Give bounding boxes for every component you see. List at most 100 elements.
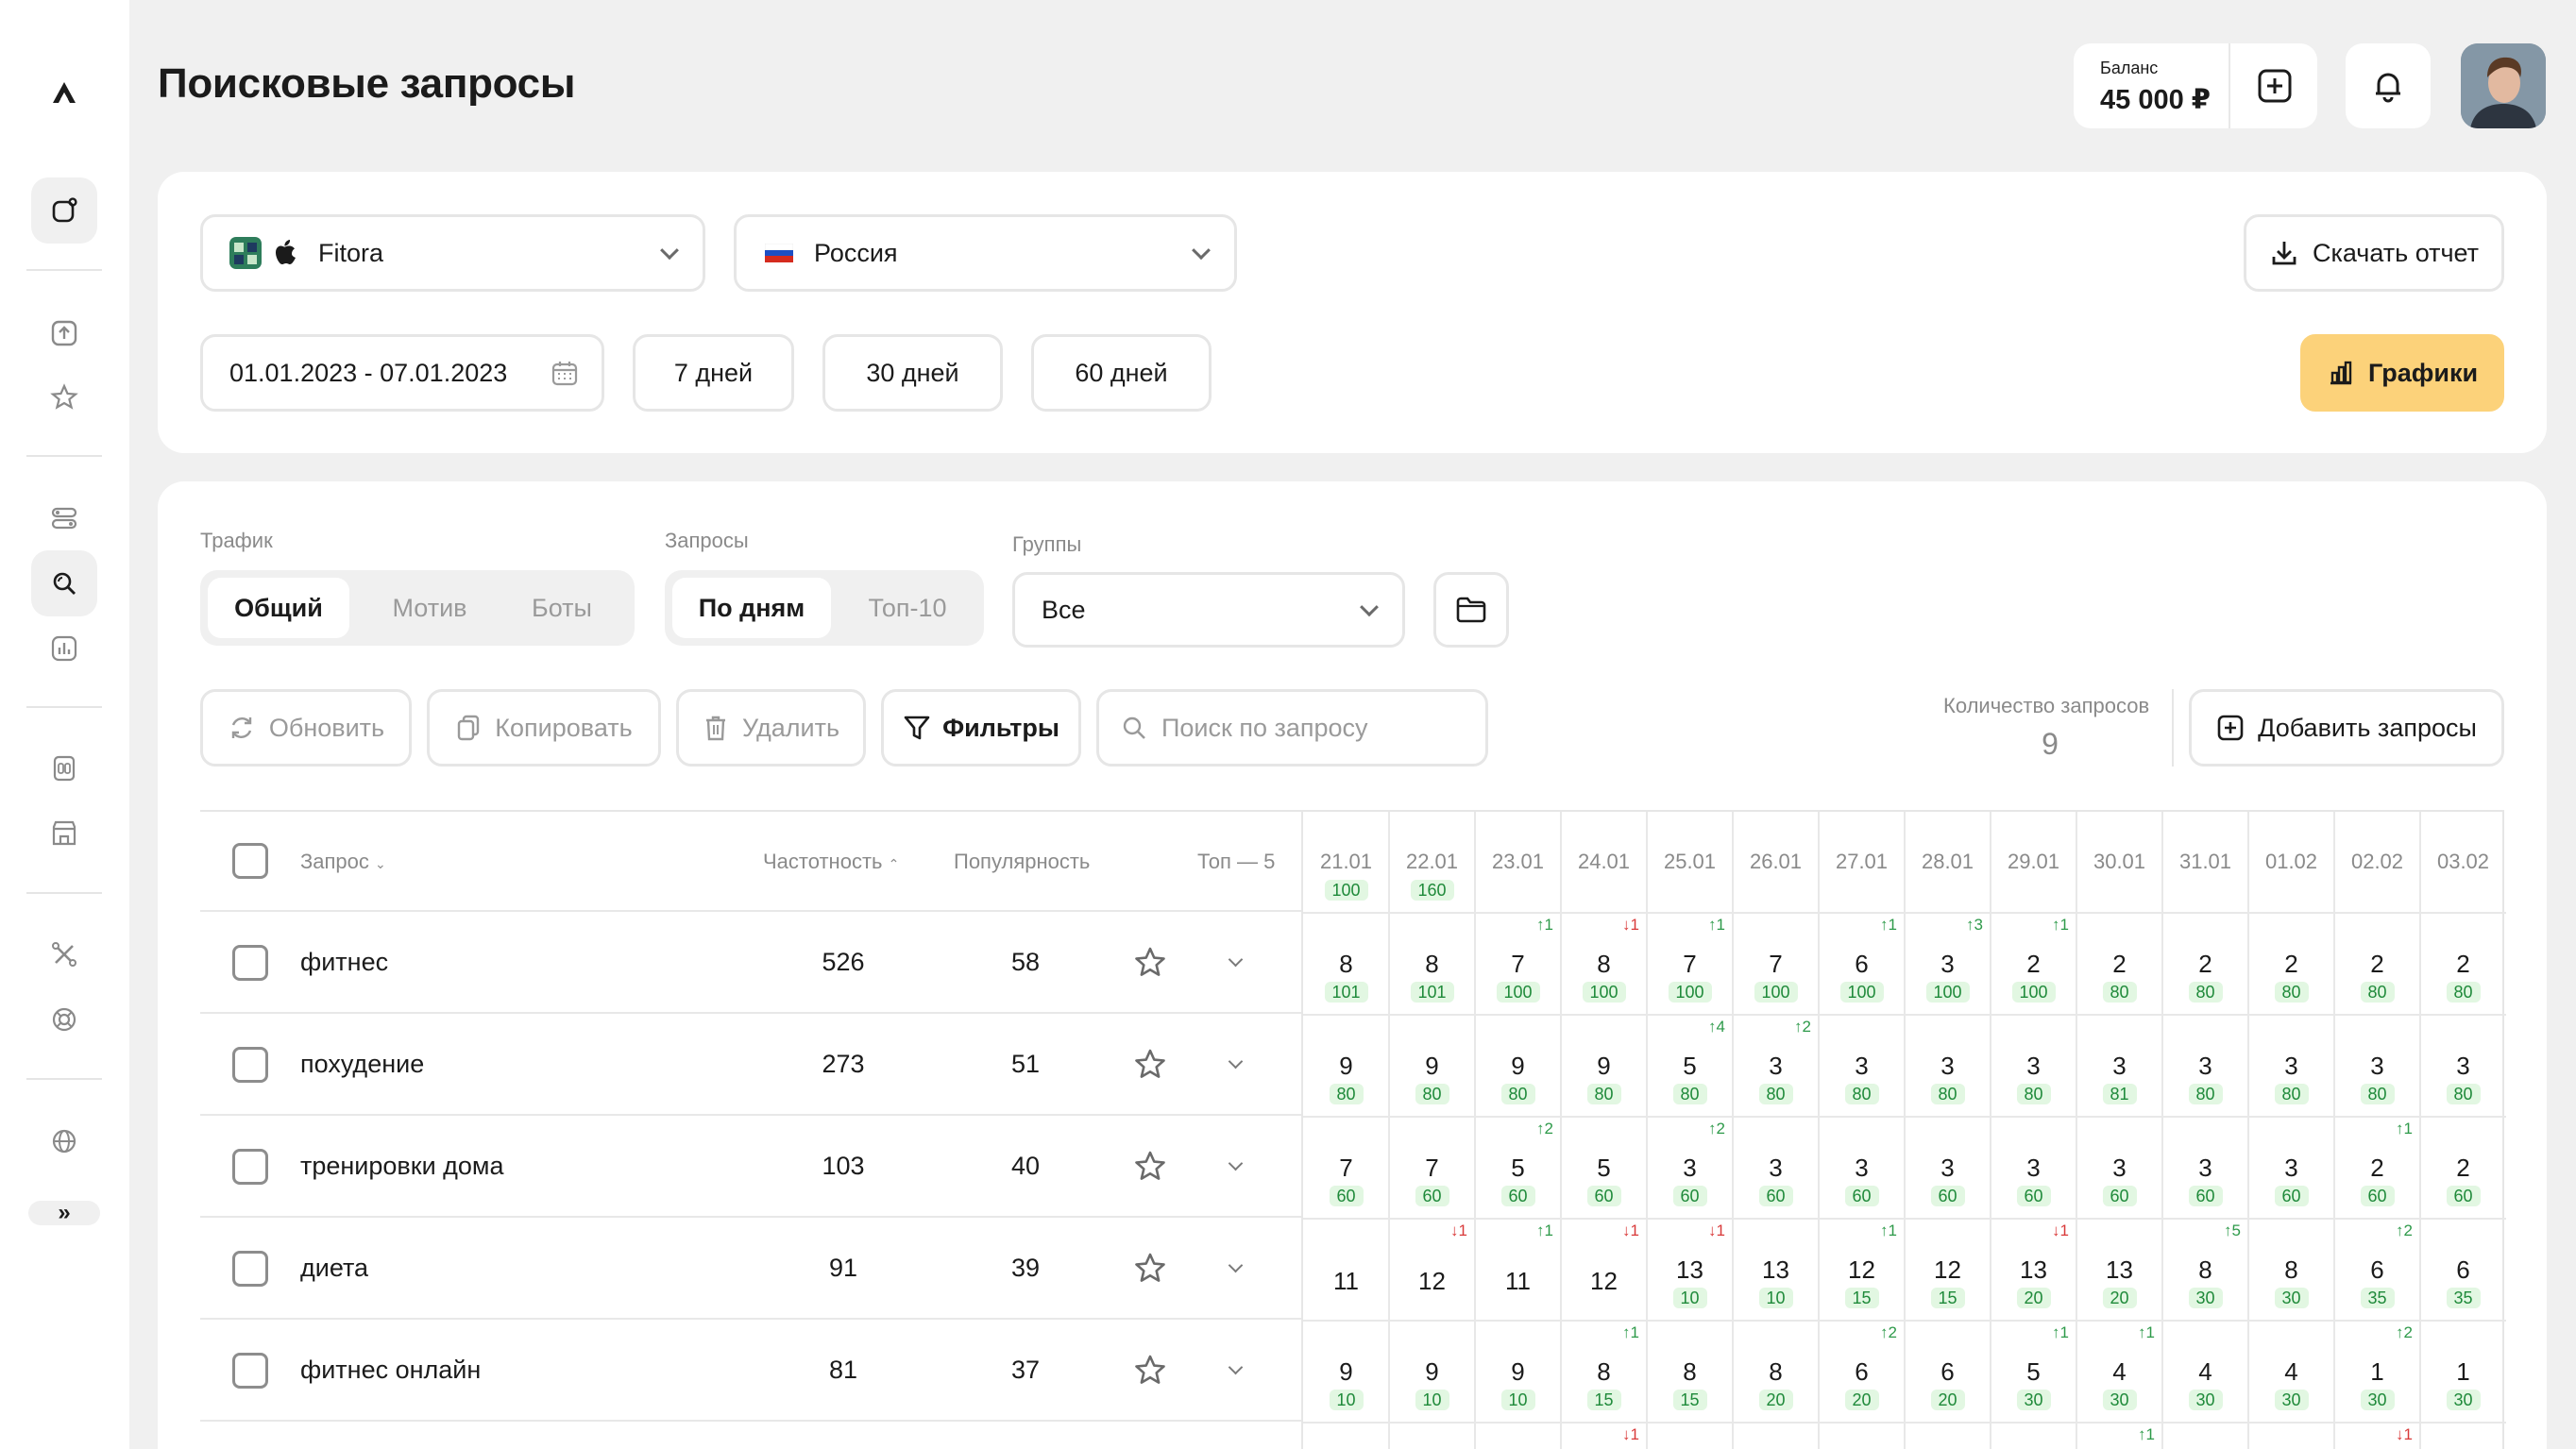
date-volume-badge: 160 <box>1410 880 1454 901</box>
volume-badge: 60 <box>2102 1186 2137 1206</box>
compare-icon[interactable] <box>31 735 97 801</box>
position-down-delta: ↓1 <box>2396 1425 2413 1443</box>
queries-option-top10[interactable]: Топ-10 <box>839 578 976 638</box>
row-checkbox[interactable] <box>232 1353 268 1389</box>
volume-badge: 60 <box>1758 1186 1793 1206</box>
position-value: 9 <box>1597 1052 1611 1080</box>
grid-column-line <box>1560 812 1562 1449</box>
toggles-icon[interactable] <box>31 485 97 551</box>
popularity-cell: 40 <box>1010 1152 1041 1180</box>
download-report-button[interactable]: Скачать отчет <box>2244 214 2504 292</box>
row-checkbox[interactable] <box>232 1047 268 1083</box>
volume-badge: 30 <box>2188 1390 2223 1410</box>
position-value: 3 <box>2198 1154 2212 1182</box>
globe-icon[interactable] <box>31 1108 97 1174</box>
bell-icon <box>2376 73 2400 103</box>
star-icon[interactable] <box>1131 944 1169 982</box>
position-value: 8 <box>1597 1357 1611 1386</box>
traffic-option-motiv[interactable]: Мотив <box>359 578 500 638</box>
store-icon[interactable] <box>31 800 97 867</box>
volume-badge: 80 <box>2188 1084 2223 1104</box>
row-checkbox[interactable] <box>232 1251 268 1287</box>
app-logo-icon <box>229 237 262 269</box>
chart-icon[interactable] <box>31 615 97 682</box>
position-value: 8 <box>1425 950 1439 978</box>
folder-button[interactable] <box>1433 572 1509 648</box>
groups-select[interactable]: Все <box>1012 572 1405 648</box>
star-icon[interactable] <box>1131 1250 1169 1288</box>
star-icon[interactable] <box>1131 1352 1169 1390</box>
refresh-button[interactable]: Обновить <box>200 689 412 767</box>
grid-row-line <box>1303 1422 2506 1424</box>
volume-badge: 100 <box>1839 982 1884 1003</box>
position-down-delta: ↓1 <box>1622 916 1639 934</box>
query-cell[interactable]: тренировки дома <box>300 1152 504 1181</box>
query-cell[interactable]: диета <box>300 1254 368 1283</box>
star-icon[interactable] <box>1131 1148 1169 1186</box>
position-value: 12 <box>1848 1255 1875 1284</box>
column-header-query[interactable]: Запрос ⌄ <box>300 850 386 874</box>
logo-icon[interactable] <box>31 59 97 126</box>
position-value: 3 <box>1683 1154 1697 1182</box>
apps-icon[interactable] <box>31 177 97 244</box>
volume-badge: 60 <box>1672 1186 1707 1206</box>
position-value: 7 <box>1683 950 1697 978</box>
country-select[interactable]: Россия <box>734 214 1237 292</box>
date-range-input[interactable]: 01.01.2023 - 07.01.2023 <box>200 334 604 412</box>
filters-button[interactable]: Фильтры <box>881 689 1081 767</box>
support-icon[interactable] <box>31 986 97 1053</box>
period-7-days-button[interactable]: 7 дней <box>633 334 794 412</box>
query-cell[interactable]: похудение <box>300 1050 424 1079</box>
queries-option-by-days[interactable]: По дням <box>672 578 831 638</box>
traffic-option-bots[interactable]: Боты <box>500 578 623 638</box>
column-header-frequency[interactable]: Частотность ⌃ <box>763 850 899 874</box>
query-cell[interactable]: фитнес онлайн <box>300 1356 481 1385</box>
grid-column-line <box>2333 812 2335 1449</box>
delete-button[interactable]: Удалить <box>676 689 866 767</box>
volume-badge: 15 <box>1672 1390 1707 1410</box>
period-30-days-button[interactable]: 30 дней <box>822 334 1003 412</box>
row-divider <box>200 1114 1301 1116</box>
select-all-checkbox[interactable] <box>232 843 268 879</box>
queries-segmented-control: По дням Топ-10 <box>665 570 984 646</box>
notifications-button[interactable] <box>2346 43 2431 128</box>
app-select[interactable]: Fitora <box>200 214 705 292</box>
star-icon[interactable] <box>1131 1046 1169 1084</box>
top-up-button[interactable] <box>2232 43 2317 128</box>
bar-chart-icon <box>2330 361 2352 385</box>
add-queries-button[interactable]: Добавить запросы <box>2189 689 2504 767</box>
query-cell[interactable]: фитнес <box>300 948 388 977</box>
row-checkbox[interactable] <box>232 945 268 981</box>
search-icon[interactable] <box>31 550 97 616</box>
period-60-days-button[interactable]: 60 дней <box>1031 334 1212 412</box>
balance-divider <box>2229 43 2230 128</box>
volume-badge: 81 <box>2102 1084 2137 1104</box>
traffic-option-total[interactable]: Общий <box>208 578 349 638</box>
row-checkbox[interactable] <box>232 1149 268 1185</box>
upload-icon[interactable] <box>31 300 97 366</box>
filters-label: Фильтры <box>942 713 1059 742</box>
grid-column-line <box>2076 812 2077 1449</box>
app-select-value: Fitora <box>318 238 384 267</box>
avatar[interactable] <box>2461 43 2546 128</box>
copy-button[interactable]: Копировать <box>427 689 661 767</box>
search-input[interactable]: Поиск по запросу <box>1096 689 1488 767</box>
tools-icon[interactable] <box>31 921 97 987</box>
position-value: 3 <box>1940 1052 1955 1080</box>
position-value: 3 <box>2370 1052 2384 1080</box>
star-icon[interactable] <box>31 364 97 430</box>
frequency-cell: 526 <box>822 948 865 976</box>
balance-label: Баланс <box>2100 59 2159 77</box>
grid-column-line <box>1646 812 1648 1449</box>
column-header-top5[interactable]: Топ — 5 <box>1197 850 1275 874</box>
column-header-popularity[interactable]: Популярность <box>954 850 1090 874</box>
charts-button[interactable]: Графики <box>2300 334 2504 412</box>
date-header: 23.01 <box>1491 850 1545 873</box>
sidebar-expand-button[interactable]: » <box>28 1200 100 1225</box>
traffic-segmented-control: Общий Мотив Боты <box>200 570 635 646</box>
volume-badge: 80 <box>1844 1084 1879 1104</box>
position-value: 12 <box>1934 1255 1961 1284</box>
row-divider <box>200 910 1301 912</box>
position-value: 6 <box>1855 950 1869 978</box>
sort-up-icon: ⌃ <box>888 856 900 871</box>
